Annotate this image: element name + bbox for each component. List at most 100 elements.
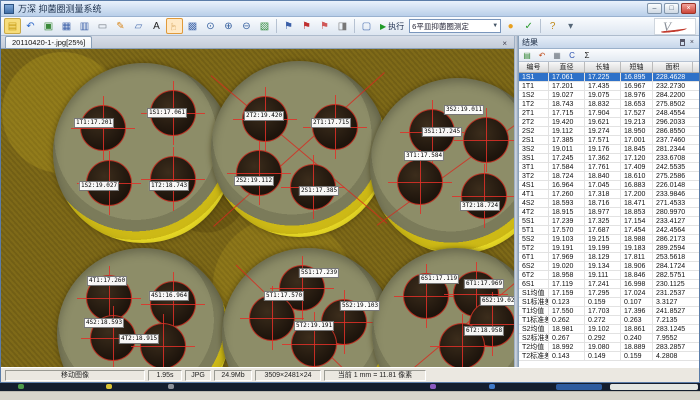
panel-close-icon[interactable]: × (688, 39, 696, 46)
table-row[interactable]: S2均值18.98119.10218.861283.1245 (519, 325, 699, 334)
table-row[interactable]: 5S219.10319.21518.988286.2173 (519, 235, 699, 244)
help-dropdown-icon[interactable]: ▾ (562, 18, 579, 34)
table-row[interactable]: 4T218.91518.97718.853280.9970 (519, 208, 699, 217)
zoom-out-icon[interactable]: ⊖ (238, 18, 255, 34)
image-select-icon[interactable]: ▩ (184, 18, 201, 34)
table-cell: 7.2135 (653, 316, 693, 324)
tab-close-icon[interactable]: × (499, 39, 510, 48)
open-icon[interactable]: ▤ (4, 18, 21, 34)
column-header[interactable]: 编号 (519, 62, 549, 72)
zoom-icon-glyph: ⊙ (206, 21, 214, 32)
table-cell: 17.024 (621, 289, 653, 297)
table-cell: 16.895 (621, 73, 653, 81)
table-row[interactable]: 1S117.06117.22516.895228.4628 (519, 73, 699, 82)
table-row[interactable]: S2标准差0.2670.2920.2407.9552 (519, 334, 699, 343)
windows-taskbar[interactable] (0, 383, 700, 391)
table-row[interactable]: T1均值17.55017.70317.396241.8527 (519, 307, 699, 316)
table-row[interactable]: S1标准差0.1230.1590.1073.3127 (519, 298, 699, 307)
measure-flag-red2-icon[interactable]: ⚑ (316, 18, 333, 34)
table-row[interactable]: 2T117.71517.90417.527248.4554 (519, 109, 699, 118)
edit-page-icon[interactable]: ▱ (130, 18, 147, 34)
taskbar-app-gray-icon[interactable] (168, 384, 174, 389)
export-table-icon[interactable]: ▤ (521, 50, 533, 61)
table-row[interactable]: 1T117.20117.43516.967232.2730 (519, 82, 699, 91)
table-row[interactable]: 2S219.11219.27418.950286.8550 (519, 127, 699, 136)
table-row[interactable]: 2T219.42019.62119.213296.2033 (519, 118, 699, 127)
confirm-check-icon[interactable]: ✓ (520, 18, 537, 34)
taskbar-light-seg[interactable] (610, 384, 698, 390)
table-row[interactable]: 6S117.11917.24116.998230.1125 (519, 280, 699, 289)
table-row[interactable]: 3S117.24517.36217.120233.6708 (519, 154, 699, 163)
column-header[interactable]: 直径 (549, 62, 585, 72)
minimize-button[interactable]: – (647, 3, 662, 14)
save-results-icon[interactable]: ▦ (551, 50, 563, 61)
title-bar[interactable]: 万深 抑菌圈测量系统 – □ × (1, 1, 699, 17)
status-bar: 移动图像1.95sJPG24.9Mb3509×2481×24当前 1 mm = … (1, 367, 699, 382)
pencil-icon[interactable]: ✎ (112, 18, 129, 34)
table-cell: 17.325 (585, 217, 621, 225)
table-row[interactable]: 5S117.23917.32517.154233.4127 (519, 217, 699, 226)
save-icon[interactable]: ▦ (58, 18, 75, 34)
table-row[interactable]: T2标准差0.1430.1490.1594.2808 (519, 352, 699, 361)
table-row[interactable]: T2均值18.99219.08018.889283.2857 (519, 343, 699, 352)
table-row[interactable]: 6T218.95819.11118.846282.5751 (519, 271, 699, 280)
table-row[interactable]: 3T218.72418.84018.610275.2586 (519, 172, 699, 181)
table-row[interactable]: S1均值17.15917.29517.024231.2537 (519, 289, 699, 298)
copy-icon[interactable]: ▣ (40, 18, 57, 34)
refresh-icon[interactable]: ↶ (536, 50, 548, 61)
taskbar-active-app[interactable] (556, 384, 602, 390)
zoom-in-icon[interactable]: ⊕ (220, 18, 237, 34)
sum-sigma-icon[interactable]: Σ (581, 50, 593, 61)
crosshair-v-line (103, 96, 104, 160)
wand-icon[interactable]: ● (502, 18, 519, 34)
save-all-icon[interactable]: ▥ (76, 18, 93, 34)
measure-flag-blue-icon[interactable]: ⚑ (280, 18, 297, 34)
table-row[interactable]: 4S218.59318.71618.471271.4533 (519, 199, 699, 208)
fit-view-icon[interactable]: ▧ (256, 18, 273, 34)
hand-pan-tool-icon[interactable]: ☞ (166, 18, 183, 34)
table-row[interactable]: 1T218.74318.83218.653275.8502 (519, 100, 699, 109)
column-header[interactable]: 短轴 (621, 62, 653, 72)
image-canvas[interactable]: 1T1:17.2011S1:17.0611S2:19.0271T2:18.743… (1, 49, 514, 367)
pin-icon[interactable] (680, 39, 685, 46)
taskbar-app-blue-icon[interactable] (489, 384, 495, 389)
table-row[interactable]: 6T117.96918.12917.811253.5618 (519, 253, 699, 262)
table-row[interactable]: 4T117.26017.31817.200233.9846 (519, 190, 699, 199)
table-row[interactable]: 5T117.57017.68717.454242.4564 (519, 226, 699, 235)
zoom-icon[interactable]: ⊙ (202, 18, 219, 34)
measure-label: 3T2:18.724 (460, 201, 500, 211)
table-cell: S2均值 (519, 325, 549, 333)
measure-flag-red-icon[interactable]: ⚑ (298, 18, 315, 34)
taskbar-app-purple-icon[interactable] (430, 384, 436, 389)
stats-icon[interactable]: ◨ (334, 18, 351, 34)
table-cell: 296.2033 (653, 118, 693, 126)
image-tab[interactable]: 20110420-1-.jpg[25%] (5, 36, 92, 48)
close-button[interactable]: × (681, 3, 696, 14)
table-row[interactable]: 1S219.02719.07518.976284.2200 (519, 91, 699, 100)
column-header[interactable]: 面积 (653, 62, 693, 72)
monitor-icon[interactable]: ▢ (358, 18, 375, 34)
table-cell: T2标准差 (519, 352, 549, 360)
table-row[interactable]: 3S219.01119.17618.845281.2344 (519, 145, 699, 154)
table-cell: 18.724 (549, 172, 585, 180)
crosshair-v-line (173, 147, 174, 211)
taskbar-app-yellow-icon[interactable] (106, 384, 112, 389)
help-icon[interactable]: ? (544, 18, 561, 34)
run-button[interactable]: ▶执行 (376, 18, 408, 34)
table-row[interactable]: T1标准差0.2620.2720.2637.2135 (519, 316, 699, 325)
text-tool-icon[interactable]: A (148, 18, 165, 34)
table-cell: 280.9970 (653, 208, 693, 216)
table-cell: 0.272 (585, 316, 621, 324)
preset-dropdown[interactable]: 6平皿抑菌圈测定▼ (409, 19, 501, 33)
table-row[interactable]: 4S116.96417.04516.883226.0148 (519, 181, 699, 190)
maximize-button[interactable]: □ (664, 3, 679, 14)
table-row[interactable]: 6S219.02019.13418.906284.1724 (519, 262, 699, 271)
clear-icon[interactable]: C (566, 50, 578, 61)
taskbar-app-green-icon[interactable] (18, 384, 24, 389)
undo-arrow-icon[interactable]: ↶ (22, 18, 39, 34)
table-row[interactable]: 5T219.19119.19919.183289.2594 (519, 244, 699, 253)
column-header[interactable]: 长轴 (585, 62, 621, 72)
table-row[interactable]: 3T117.58417.76117.409242.5535 (519, 163, 699, 172)
table-row[interactable]: 2S117.38517.57117.001237.7460 (519, 136, 699, 145)
print-icon[interactable]: ▭ (94, 18, 111, 34)
